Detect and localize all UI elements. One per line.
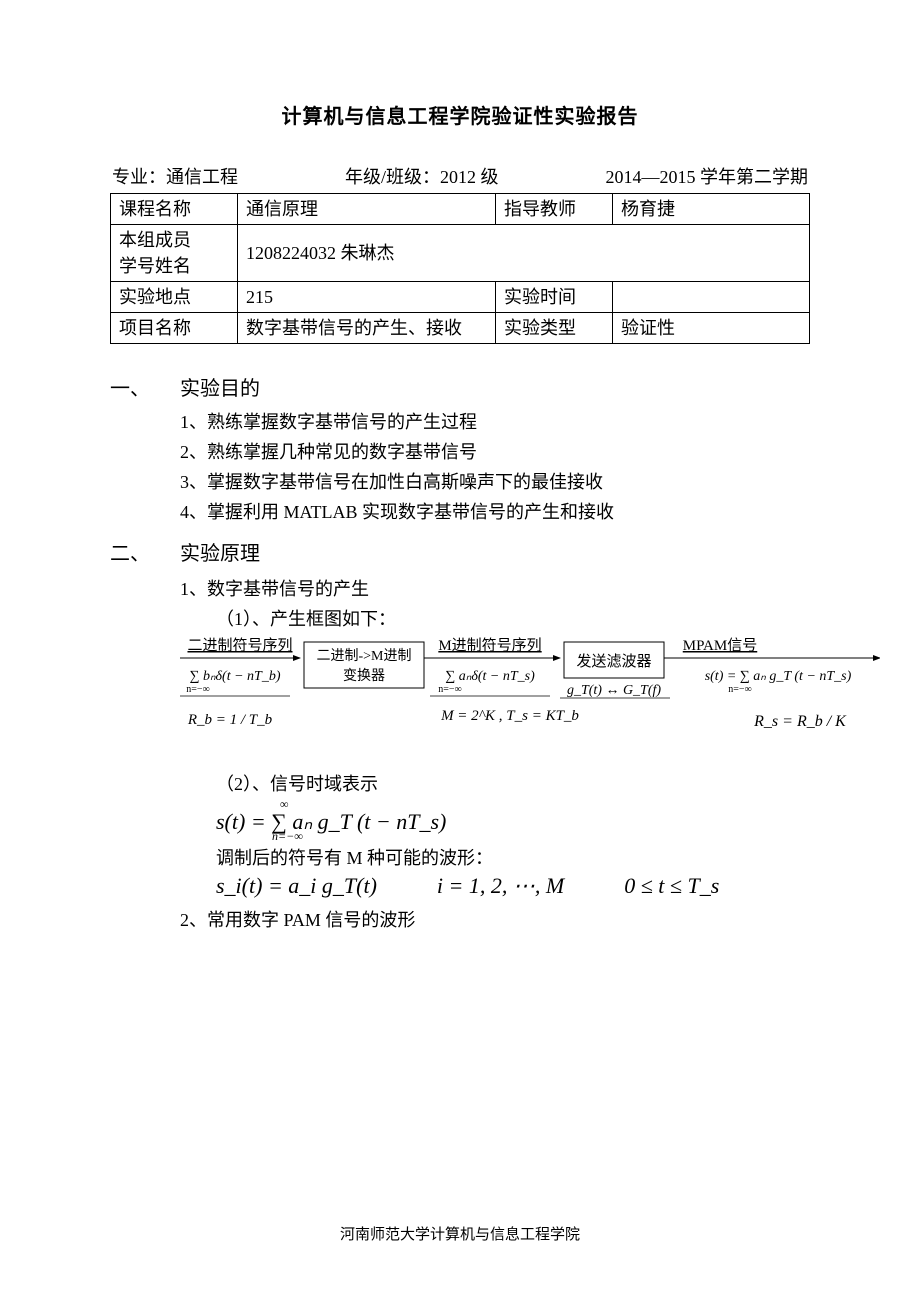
- place-label: 实验地点: [111, 282, 238, 313]
- section-2-1-head: 1、数字基带信号的产生: [180, 574, 810, 604]
- time-value: [613, 282, 810, 313]
- list-item: 1、熟练掌握数字基带信号的产生过程: [180, 407, 810, 437]
- diagram-text: ∑ bₙδ(t − nT_b): [189, 669, 280, 684]
- section-2-1-sub2: （2）、信号时域表示: [216, 769, 810, 799]
- diagram-svg: 二进制符号序列 ∑ bₙδ(t − nT_b) n=−∞ R_b = 1 / T…: [180, 636, 880, 764]
- list-item: 4、掌握利用 MATLAB 实现数字基带信号的产生和接收: [180, 497, 810, 527]
- diagram-text: 发送滤波器: [576, 653, 651, 670]
- equation-1: ∞ s(t) = ∑ aₙ g_T (t − nT_s) n=−∞: [216, 799, 810, 843]
- section-1-heading: 一、 实验目的: [110, 372, 810, 401]
- page: 计算机与信息工程学院验证性实验报告 专业：通信工程 年级/班级：2012 级 2…: [0, 0, 920, 1302]
- diagram-text: g_T(t) ↔ G_T(f): [567, 683, 661, 698]
- teacher-label: 指导教师: [496, 194, 613, 225]
- list-item: 2、熟练掌握几种常见的数字基带信号: [180, 437, 810, 467]
- diagram-text: n=−∞: [186, 684, 209, 695]
- project-value: 数字基带信号的产生、接收: [238, 313, 496, 344]
- diagram-text: 变换器: [343, 667, 385, 684]
- type-value: 验证性: [613, 313, 810, 344]
- page-footer: 河南师范大学计算机与信息工程学院: [0, 1223, 920, 1244]
- diagram-text: 二进制符号序列: [187, 637, 292, 654]
- section-2-num: 二、: [110, 537, 180, 566]
- course-value: 通信原理: [238, 194, 496, 225]
- list-item: 3、掌握数字基带信号在加性白高斯噪声下的最佳接收: [180, 467, 810, 497]
- course-label: 课程名称: [111, 194, 238, 225]
- major: 专业：通信工程: [112, 163, 238, 189]
- type-label: 实验类型: [496, 313, 613, 344]
- diagram-text: M进制符号序列: [438, 637, 541, 654]
- section-2-2-head: 2、常用数字 PAM 信号的波形: [180, 905, 810, 935]
- diagram-text: s(t) = ∑ aₙ g_T (t − nT_s): [705, 669, 852, 684]
- section-2-1-sub1: （1）、产生框图如下：: [216, 604, 810, 634]
- info-table: 课程名称 通信原理 指导教师 杨育捷 本组成员 学号姓名 1208224032 …: [110, 193, 810, 344]
- teacher-value: 杨育捷: [613, 194, 810, 225]
- diagram-text: R_b = 1 / T_b: [187, 712, 273, 728]
- members-label-l2: 学号姓名: [119, 256, 191, 276]
- members-label-l1: 本组成员: [119, 230, 191, 250]
- section-2-1-text2: 调制后的符号有 M 种可能的波形：: [216, 843, 810, 873]
- grade-label: 年级/班级：: [345, 167, 440, 187]
- eq-text: 0 ≤ t ≤ T_s: [624, 873, 719, 899]
- equation-2: s_i(t) = a_i g_T(t) i = 1, 2, ⋯, M 0 ≤ t…: [216, 873, 810, 899]
- diagram-text: 二进制->M进制: [316, 648, 411, 664]
- term: 2014—2015 学年第二学期: [606, 163, 809, 189]
- eq-text: i = 1, 2, ⋯, M: [437, 873, 564, 899]
- diagram-text: M = 2^K , T_s = KT_b: [440, 708, 579, 724]
- diagram-text: R_s = R_b / K: [753, 713, 847, 730]
- eq-text: n=−∞: [272, 829, 303, 844]
- block-diagram: 二进制符号序列 ∑ bₙδ(t − nT_b) n=−∞ R_b = 1 / T…: [180, 636, 810, 769]
- diagram-text: n=−∞: [728, 684, 751, 695]
- report-title: 计算机与信息工程学院验证性实验报告: [110, 100, 810, 129]
- table-row: 课程名称 通信原理 指导教师 杨育捷: [111, 194, 810, 225]
- members-label: 本组成员 学号姓名: [111, 225, 238, 282]
- section-2-title: 实验原理: [180, 537, 260, 566]
- project-label: 项目名称: [111, 313, 238, 344]
- section-1-title: 实验目的: [180, 372, 260, 401]
- diagram-text: MPAM信号: [683, 637, 757, 654]
- table-row: 实验地点 215 实验时间: [111, 282, 810, 313]
- major-value: 通信工程: [166, 167, 238, 187]
- members-value: 1208224032 朱琳杰: [238, 225, 810, 282]
- table-row: 本组成员 学号姓名 1208224032 朱琳杰: [111, 225, 810, 282]
- section-1-num: 一、: [110, 372, 180, 401]
- diagram-text: ∑ aₙδ(t − nT_s): [445, 669, 535, 684]
- meta-line: 专业：通信工程 年级/班级：2012 级 2014—2015 学年第二学期: [110, 163, 810, 189]
- place-value: 215: [238, 282, 496, 313]
- major-label: 专业：: [112, 167, 166, 187]
- section-2-heading: 二、 实验原理: [110, 537, 810, 566]
- grade-value: 2012 级: [440, 167, 499, 187]
- diagram-text: n=−∞: [438, 684, 461, 695]
- eq-text: s_i(t) = a_i g_T(t): [216, 873, 377, 899]
- eq-text: s(t) = ∑ aₙ g_T (t − nT_s): [216, 809, 446, 835]
- grade: 年级/班级：2012 级: [238, 163, 606, 189]
- table-row: 项目名称 数字基带信号的产生、接收 实验类型 验证性: [111, 313, 810, 344]
- time-label: 实验时间: [496, 282, 613, 313]
- section-1-body: 1、熟练掌握数字基带信号的产生过程 2、熟练掌握几种常见的数字基带信号 3、掌握…: [180, 407, 810, 527]
